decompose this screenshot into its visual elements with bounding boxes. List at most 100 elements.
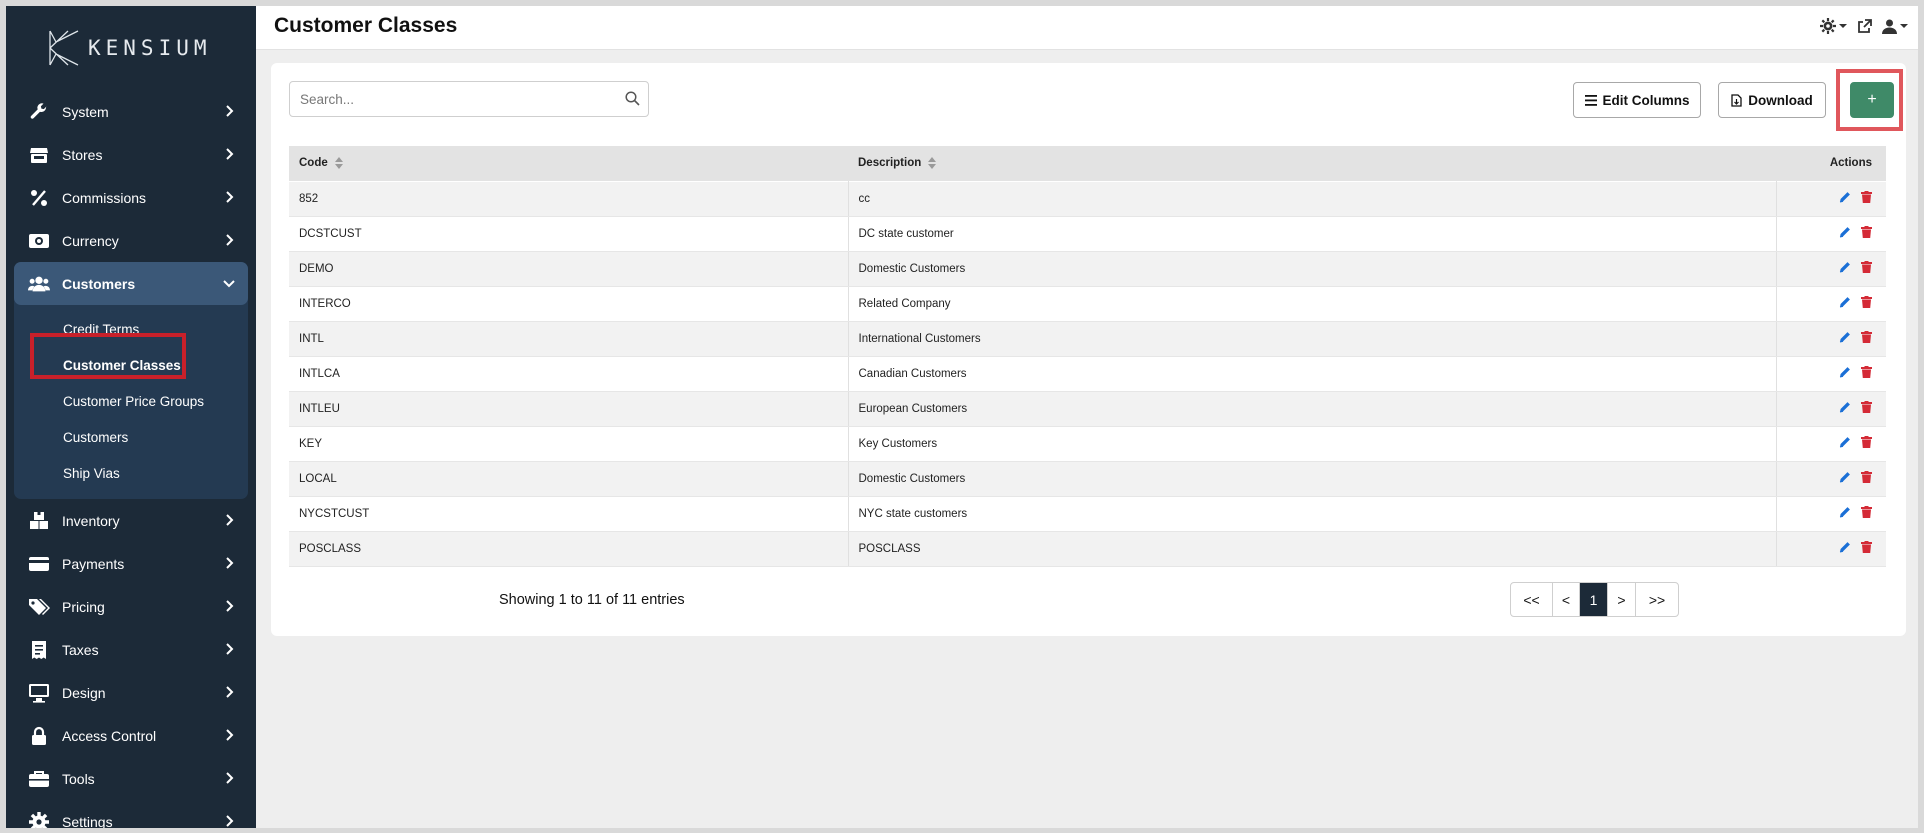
- sidebar-item-label: Commissions: [62, 189, 147, 206]
- column-header-description[interactable]: Description: [848, 146, 1776, 181]
- cell-actions: [1776, 285, 1886, 322]
- delete-trash-icon[interactable]: [1861, 296, 1872, 308]
- table-row[interactable]: INTL International Customers: [289, 320, 1886, 357]
- cell-code: POSCLASS: [289, 530, 849, 567]
- delete-trash-icon[interactable]: [1861, 436, 1872, 448]
- delete-trash-icon[interactable]: [1861, 541, 1872, 553]
- store-icon: [28, 144, 50, 166]
- table-row[interactable]: 852 cc: [289, 180, 1886, 217]
- table-row[interactable]: LOCAL Domestic Customers: [289, 460, 1886, 497]
- add-customer-class-button[interactable]: +: [1850, 82, 1894, 118]
- delete-trash-icon[interactable]: [1861, 401, 1872, 413]
- table-row[interactable]: DEMO Domestic Customers: [289, 250, 1886, 287]
- delete-trash-icon[interactable]: [1861, 261, 1872, 273]
- delete-trash-icon[interactable]: [1861, 331, 1872, 343]
- edit-pencil-icon[interactable]: [1839, 296, 1851, 308]
- edit-pencil-icon[interactable]: [1839, 226, 1851, 238]
- chevron-down-icon: [223, 280, 235, 288]
- external-link-button[interactable]: [1857, 18, 1872, 34]
- chevron-right-icon: [226, 729, 234, 741]
- chevron-right-icon: [226, 815, 234, 827]
- cell-description: Domestic Customers: [848, 460, 1777, 497]
- chevron-right-icon: [226, 686, 234, 698]
- chevron-right-icon: [226, 643, 234, 655]
- sidebar-item-system[interactable]: System: [14, 90, 248, 133]
- gear-icon: [28, 811, 50, 828]
- table-row[interactable]: INTERCO Related Company: [289, 285, 1886, 322]
- column-header-label: Code: [299, 157, 328, 170]
- edit-pencil-icon[interactable]: [1839, 541, 1851, 553]
- delete-trash-icon[interactable]: [1861, 191, 1872, 203]
- chevron-right-icon: [226, 557, 234, 569]
- search-box: [289, 81, 649, 117]
- delete-trash-icon[interactable]: [1861, 471, 1872, 483]
- theme-settings-menu[interactable]: [1820, 18, 1847, 34]
- search-input[interactable]: [290, 82, 610, 116]
- sidebar-item-settings[interactable]: Settings: [14, 800, 248, 828]
- cell-code: INTERCO: [289, 285, 849, 322]
- pagination-first[interactable]: <<: [1511, 583, 1553, 616]
- user-menu[interactable]: [1882, 19, 1908, 34]
- sidebar-nav: System Stores Commissions Currency Custo…: [14, 90, 248, 828]
- sidebar-item-design[interactable]: Design: [14, 671, 248, 714]
- pagination-page-current[interactable]: 1: [1580, 583, 1608, 616]
- search-icon[interactable]: [625, 91, 640, 106]
- sidebar-item-currency[interactable]: Currency: [14, 219, 248, 262]
- delete-trash-icon[interactable]: [1861, 226, 1872, 238]
- edit-pencil-icon[interactable]: [1839, 366, 1851, 378]
- pagination-last[interactable]: >>: [1636, 583, 1678, 616]
- submenu-item-customers[interactable]: Customers: [14, 419, 248, 455]
- table-row[interactable]: NYCSTCUST NYC state customers: [289, 495, 1886, 532]
- table-header-row: Code Description Actions: [289, 146, 1886, 181]
- sidebar-item-taxes[interactable]: Taxes: [14, 628, 248, 671]
- sidebar-item-commissions[interactable]: Commissions: [14, 176, 248, 219]
- edit-pencil-icon[interactable]: [1839, 261, 1851, 273]
- sidebar-item-inventory[interactable]: Inventory: [14, 499, 248, 542]
- sidebar-item-tools[interactable]: Tools: [14, 757, 248, 800]
- brand-logo[interactable]: KENSIUM: [46, 28, 212, 68]
- table-row[interactable]: KEY Key Customers: [289, 425, 1886, 462]
- pagination-prev[interactable]: <: [1553, 583, 1580, 616]
- sidebar-item-customers[interactable]: Customers: [14, 262, 248, 305]
- edit-pencil-icon[interactable]: [1839, 331, 1851, 343]
- sidebar-item-pricing[interactable]: Pricing: [14, 585, 248, 628]
- sidebar-item-payments[interactable]: Payments: [14, 542, 248, 585]
- table-row[interactable]: INTLCA Canadian Customers: [289, 355, 1886, 392]
- sidebar-item-access-control[interactable]: Access Control: [14, 714, 248, 757]
- tags-icon: [28, 596, 50, 618]
- sidebar-item-label: Stores: [62, 146, 103, 163]
- table-row[interactable]: POSCLASS POSCLASS: [289, 530, 1886, 567]
- sidebar-item-label: Currency: [62, 232, 119, 249]
- edit-pencil-icon[interactable]: [1839, 506, 1851, 518]
- edit-columns-label: Edit Columns: [1602, 92, 1690, 108]
- table-row[interactable]: DCSTCUST DC state customer: [289, 215, 1886, 252]
- sort-icon[interactable]: [334, 157, 343, 170]
- sidebar-item-label: System: [62, 103, 109, 120]
- column-header-code[interactable]: Code: [289, 146, 848, 181]
- chevron-right-icon: [226, 514, 234, 526]
- delete-trash-icon[interactable]: [1861, 506, 1872, 518]
- submenu-item-ship-vias[interactable]: Ship Vias: [14, 455, 248, 491]
- cell-actions: [1776, 390, 1886, 427]
- edit-pencil-icon[interactable]: [1839, 401, 1851, 413]
- edit-pencil-icon[interactable]: [1839, 191, 1851, 203]
- lock-icon: [28, 725, 50, 747]
- cell-description: Canadian Customers: [848, 355, 1777, 392]
- submenu-item-credit-terms[interactable]: Credit Terms: [14, 311, 248, 347]
- money-icon: [28, 230, 50, 252]
- edit-columns-button[interactable]: Edit Columns: [1573, 82, 1701, 118]
- sort-icon[interactable]: [928, 157, 937, 170]
- submenu-item-customer-price-groups[interactable]: Customer Price Groups: [14, 383, 248, 419]
- cell-code: NYCSTCUST: [289, 495, 849, 532]
- edit-pencil-icon[interactable]: [1839, 436, 1851, 448]
- download-button[interactable]: Download: [1718, 82, 1826, 118]
- content-card: Edit Columns Download + Code Description: [271, 63, 1906, 636]
- submenu-item-customer-classes[interactable]: Customer Classes: [14, 347, 248, 383]
- pagination-next[interactable]: >: [1608, 583, 1636, 616]
- cell-actions: [1776, 495, 1886, 532]
- delete-trash-icon[interactable]: [1861, 366, 1872, 378]
- sidebar-item-stores[interactable]: Stores: [14, 133, 248, 176]
- sidebar-item-label: Inventory: [62, 512, 120, 529]
- edit-pencil-icon[interactable]: [1839, 471, 1851, 483]
- table-row[interactable]: INTLEU European Customers: [289, 390, 1886, 427]
